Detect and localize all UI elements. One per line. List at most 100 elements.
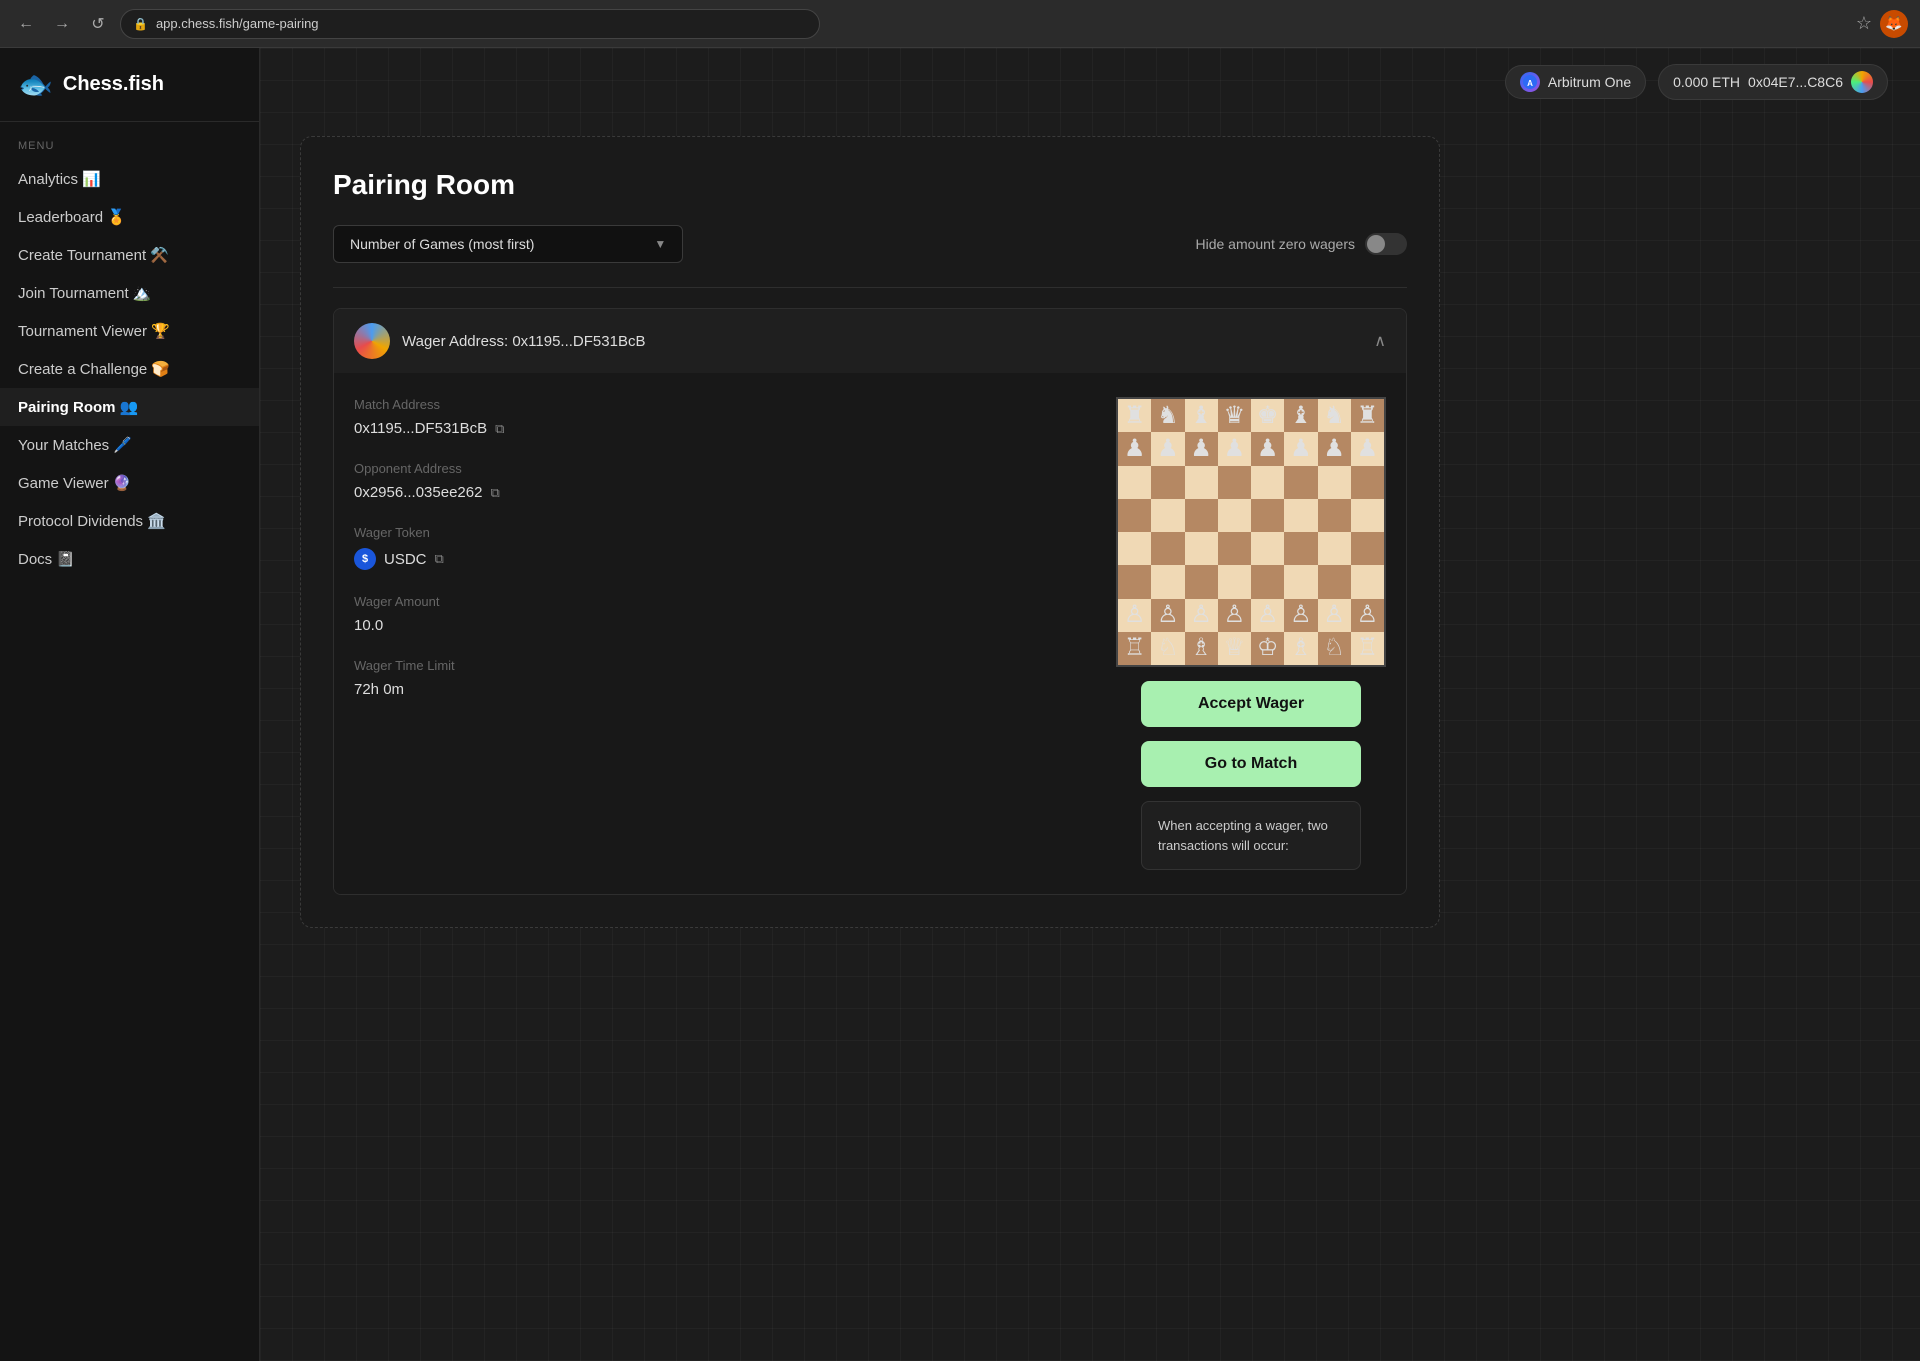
header-bar: A Arbitrum One 0.000 ETH 0x04E7...C8C6 <box>260 48 1920 116</box>
go-to-match-button[interactable]: Go to Match <box>1141 741 1361 787</box>
eth-balance: 0.000 ETH <box>1673 74 1740 90</box>
match-address-value: 0x1195...DF531BcB ⧉ <box>354 420 1076 437</box>
hide-zero-label: Hide amount zero wagers <box>1195 236 1355 252</box>
sidebar-item-analytics[interactable]: Analytics 📊 <box>0 160 259 198</box>
wager-address-text: Wager Address: 0x1195...DF531BcB <box>402 333 645 350</box>
chess-cell-3-1 <box>1151 499 1184 532</box>
network-badge[interactable]: A Arbitrum One <box>1505 65 1646 99</box>
browser-profile-avatar[interactable]: 🦊 <box>1880 10 1908 38</box>
url-bar[interactable]: 🔒 app.chess.fish/game-pairing <box>120 9 820 39</box>
hide-zero-toggle-row: Hide amount zero wagers <box>1195 233 1407 255</box>
chess-cell-2-0 <box>1118 466 1151 499</box>
chess-cell-5-7 <box>1351 565 1384 598</box>
chess-cell-1-4: ♟ <box>1251 432 1284 465</box>
chess-cell-5-2 <box>1185 565 1218 598</box>
logo-fish-icon: 🐟 <box>18 68 53 101</box>
chess-cell-6-7: ♙ <box>1351 599 1384 632</box>
wager-amount-label: Wager Amount <box>354 594 1076 609</box>
wallet-avatar-icon <box>1851 71 1873 93</box>
chess-cell-0-1: ♞ <box>1151 399 1184 432</box>
menu-label: MENU <box>0 122 259 160</box>
sidebar-item-game-viewer[interactable]: Game Viewer 🔮 <box>0 464 259 502</box>
chess-cell-2-4 <box>1251 466 1284 499</box>
sidebar-item-pairing-room[interactable]: Pairing Room 👥 <box>0 388 259 426</box>
chess-cell-1-2: ♟ <box>1185 432 1218 465</box>
sidebar-item-create-tournament[interactable]: Create Tournament ⚒️ <box>0 236 259 274</box>
chess-cell-0-2: ♝ <box>1185 399 1218 432</box>
chess-cell-6-2: ♙ <box>1185 599 1218 632</box>
chess-cell-6-1: ♙ <box>1151 599 1184 632</box>
usdc-icon: $ <box>354 548 376 570</box>
sidebar: 🐟 Chess.fish MENU Analytics 📊Leaderboard… <box>0 48 260 1361</box>
sidebar-item-leaderboard[interactable]: Leaderboard 🏅 <box>0 198 259 236</box>
wager-token-group: Wager Token $ USDC ⧉ <box>354 525 1076 570</box>
chess-cell-3-4 <box>1251 499 1284 532</box>
chess-cell-6-5: ♙ <box>1284 599 1317 632</box>
chess-cell-0-5: ♝ <box>1284 399 1317 432</box>
bookmark-icon[interactable]: ☆ <box>1856 13 1872 34</box>
chess-cell-2-7 <box>1351 466 1384 499</box>
content-area: Pairing Room Number of Games (most first… <box>260 116 1920 1361</box>
sidebar-item-create-challenge[interactable]: Create a Challenge 🍞 <box>0 350 259 388</box>
chess-cell-5-5 <box>1284 565 1317 598</box>
chess-board: ♜♞♝♛♚♝♞♜♟♟♟♟♟♟♟♟♙♙♙♙♙♙♙♙♖♘♗♕♔♗♘♖ <box>1116 397 1386 667</box>
chess-cell-4-0 <box>1118 532 1151 565</box>
wager-details: Match Address 0x1195...DF531BcB ⧉ Oppone… <box>354 397 1076 870</box>
chess-cell-1-5: ♟ <box>1284 432 1317 465</box>
chess-cell-7-4: ♔ <box>1251 632 1284 665</box>
opponent-address-group: Opponent Address 0x2956...035ee262 ⧉ <box>354 461 1076 501</box>
wager-token-value: $ USDC ⧉ <box>354 548 1076 570</box>
chess-cell-1-3: ♟ <box>1218 432 1251 465</box>
chess-cell-5-3 <box>1218 565 1251 598</box>
chess-cell-7-5: ♗ <box>1284 632 1317 665</box>
chess-cell-7-2: ♗ <box>1185 632 1218 665</box>
sidebar-item-protocol-dividends[interactable]: Protocol Dividends 🏛️ <box>0 502 259 540</box>
hide-zero-toggle-switch[interactable] <box>1365 233 1407 255</box>
chess-cell-6-3: ♙ <box>1218 599 1251 632</box>
chess-cell-2-3 <box>1218 466 1251 499</box>
info-box: When accepting a wager, two transactions… <box>1141 801 1361 870</box>
chess-cell-7-1: ♘ <box>1151 632 1184 665</box>
sidebar-item-join-tournament[interactable]: Join Tournament 🏔️ <box>0 274 259 312</box>
chess-cell-7-0: ♖ <box>1118 632 1151 665</box>
chess-cell-3-7 <box>1351 499 1384 532</box>
chess-cell-3-3 <box>1218 499 1251 532</box>
chess-cell-6-0: ♙ <box>1118 599 1151 632</box>
chess-cell-4-2 <box>1185 532 1218 565</box>
wager-body: Match Address 0x1195...DF531BcB ⧉ Oppone… <box>334 373 1406 894</box>
wager-item: Wager Address: 0x1195...DF531BcB ∧ Match… <box>333 308 1407 895</box>
copy-opponent-address-icon[interactable]: ⧉ <box>490 485 499 501</box>
chess-cell-1-6: ♟ <box>1318 432 1351 465</box>
copy-token-icon[interactable]: ⧉ <box>435 551 444 567</box>
wallet-badge[interactable]: 0.000 ETH 0x04E7...C8C6 <box>1658 64 1888 100</box>
copy-match-address-icon[interactable]: ⧉ <box>495 421 504 437</box>
chess-cell-2-5 <box>1284 466 1317 499</box>
arbitrum-icon: A <box>1520 72 1540 92</box>
chess-cell-1-0: ♟ <box>1118 432 1151 465</box>
sidebar-item-your-matches[interactable]: Your Matches 🖊️ <box>0 426 259 464</box>
wager-amount-group: Wager Amount 10.0 <box>354 594 1076 634</box>
forward-button[interactable]: → <box>48 10 76 38</box>
svg-text:A: A <box>1527 79 1533 88</box>
opponent-address-value: 0x2956...035ee262 ⧉ <box>354 484 1076 501</box>
controls-row: Number of Games (most first) ▼ Hide amou… <box>333 225 1407 263</box>
chess-cell-4-3 <box>1218 532 1251 565</box>
wager-right: ♜♞♝♛♚♝♞♜♟♟♟♟♟♟♟♟♙♙♙♙♙♙♙♙♖♘♗♕♔♗♘♖ Accept … <box>1116 397 1386 870</box>
sidebar-item-tournament-viewer[interactable]: Tournament Viewer 🏆 <box>0 312 259 350</box>
chess-cell-5-4 <box>1251 565 1284 598</box>
chess-cell-4-7 <box>1351 532 1384 565</box>
wager-header-left: Wager Address: 0x1195...DF531BcB <box>354 323 645 359</box>
wager-time-limit-group: Wager Time Limit 72h 0m <box>354 658 1076 698</box>
back-button[interactable]: ← <box>12 10 40 38</box>
chess-cell-0-3: ♛ <box>1218 399 1251 432</box>
accept-wager-button[interactable]: Accept Wager <box>1141 681 1361 727</box>
sidebar-item-docs[interactable]: Docs 📓 <box>0 540 259 578</box>
chess-cell-4-4 <box>1251 532 1284 565</box>
network-label: Arbitrum One <box>1548 74 1631 90</box>
reload-button[interactable]: ↺ <box>84 10 112 38</box>
chess-cell-3-2 <box>1185 499 1218 532</box>
chess-cell-4-6 <box>1318 532 1351 565</box>
sort-dropdown[interactable]: Number of Games (most first) ▼ <box>333 225 683 263</box>
wager-header[interactable]: Wager Address: 0x1195...DF531BcB ∧ <box>334 309 1406 373</box>
chess-cell-0-6: ♞ <box>1318 399 1351 432</box>
